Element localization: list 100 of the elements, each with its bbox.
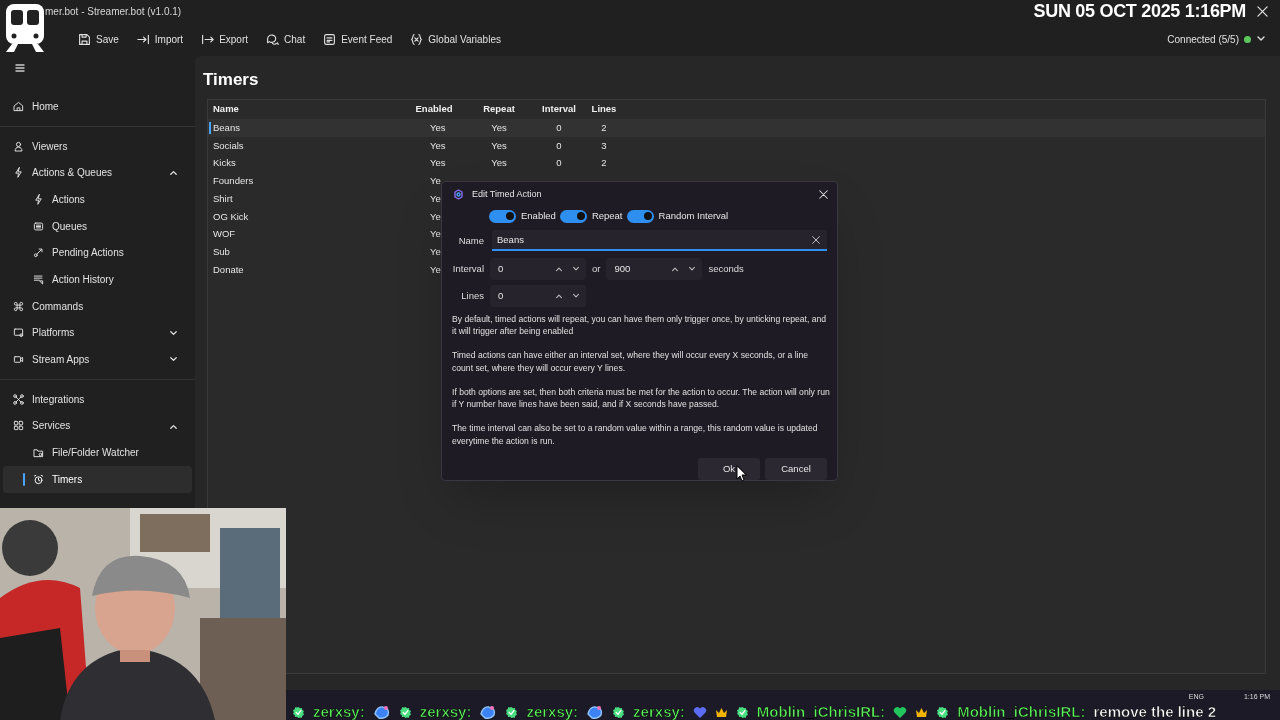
toggle-label: Repeat — [591, 209, 623, 224]
pending-icon — [33, 247, 44, 259]
toolbar-button[interactable]: Export — [195, 27, 255, 51]
table-cell: 2 — [601, 121, 607, 133]
clock-icon — [33, 473, 44, 485]
toolbar-button[interactable]: Save — [72, 27, 125, 51]
table-cell: Ye — [430, 246, 441, 257]
chat-username: Moblin_iChrisIRL: — [957, 702, 1086, 720]
verified-icon — [292, 705, 305, 719]
chat-username: zerxsy: — [313, 702, 365, 720]
column-header[interactable]: Interval — [534, 102, 584, 117]
feed-icon — [323, 32, 337, 46]
ok-button[interactable]: Ok — [698, 458, 760, 480]
menu-icon — [15, 63, 25, 73]
chat-icon — [266, 32, 280, 46]
emote-icon — [372, 704, 391, 720]
chat-username: zerxsy: — [633, 702, 685, 720]
sidebar-item[interactable]: Services — [3, 412, 192, 440]
or-label: or — [592, 261, 601, 276]
table-cell: 3 — [601, 139, 607, 151]
braces-icon — [410, 32, 424, 46]
close-icon — [818, 189, 828, 199]
verified-icon — [398, 705, 412, 719]
chat-username: zerxsy: — [526, 702, 579, 720]
toolbar-button[interactable]: Global Variables — [404, 27, 507, 51]
export-icon — [201, 32, 215, 46]
emote-icon — [479, 704, 498, 720]
bolt-icon — [13, 167, 24, 179]
verified-icon — [505, 705, 519, 719]
toggle-switch[interactable] — [559, 209, 587, 223]
toolbar-button[interactable]: Chat — [260, 27, 312, 51]
table-cell: Ye — [430, 228, 441, 240]
clear-icon[interactable] — [812, 236, 820, 245]
table-cell: WOF — [213, 228, 236, 240]
table-cell: Donate — [213, 263, 244, 275]
chevron-down-icon — [572, 264, 580, 273]
sidebar-item[interactable]: Actions & Queues — [3, 159, 192, 187]
chat-message: remove the line 2 — [1093, 702, 1217, 720]
field-label: Lines — [460, 289, 484, 304]
cancel-button[interactable]: Cancel — [765, 458, 827, 480]
column-header[interactable]: Name — [208, 102, 404, 117]
sidebar-item[interactable]: Commands — [3, 292, 192, 320]
table-cell: 0 — [556, 121, 562, 133]
verified-icon — [735, 705, 749, 719]
column-header[interactable]: Lines — [584, 102, 624, 117]
table-cell: Yes — [430, 139, 446, 151]
table-cell: Yes — [430, 157, 446, 169]
sidebar-item[interactable]: Platforms — [3, 319, 192, 347]
sidebar-item[interactable]: Actions — [3, 186, 192, 213]
table-cell: Socials — [213, 139, 244, 151]
verified-icon — [936, 705, 950, 719]
sidebar-item[interactable]: Viewers — [3, 132, 192, 160]
page-title: Timers — [203, 69, 260, 92]
column-header[interactable]: Repeat — [464, 102, 534, 117]
table-cell: Yes — [491, 139, 507, 151]
help-text: The time interval can also be set to a random value within a range, this random value is updated everytime the action is run. — [452, 422, 819, 447]
table-cell: 0 — [556, 139, 562, 151]
table-cell: Kicks — [213, 157, 236, 169]
sidebar-item[interactable]: Pending Actions — [3, 239, 192, 267]
sidebar-item[interactable]: Stream Apps — [3, 346, 192, 373]
sidebar-item[interactable]: Action History — [3, 266, 192, 293]
emote-icon — [586, 704, 605, 720]
number-field[interactable]: 0 — [490, 285, 586, 308]
toggle-label: Enabled — [521, 209, 556, 224]
toggle-switch[interactable] — [489, 209, 516, 223]
name-field[interactable]: Beans — [492, 230, 827, 252]
unit-label: seconds — [708, 261, 744, 276]
window-title: mer.bot - Streamer.bot (v1.0.1) — [45, 4, 182, 19]
toolbar-button[interactable]: Import — [130, 27, 190, 51]
floppy-icon — [78, 32, 91, 46]
date-time-overlay: SUN 05 OCT 2025 1:16PM — [1033, 0, 1246, 23]
person-icon — [13, 140, 24, 152]
sidebar-item[interactable]: Timers — [3, 465, 192, 493]
table-cell: Sub — [213, 246, 230, 257]
table-cell: Shirt — [213, 192, 233, 204]
sidebar-item[interactable]: Home — [3, 93, 192, 120]
table-row[interactable]: Beans Yes Yes 0 2 — [208, 119, 1265, 137]
sidebar-item[interactable]: Queues — [3, 212, 192, 240]
chat-username: zerxsy: — [419, 702, 472, 720]
toggle-switch[interactable] — [626, 209, 654, 223]
number-field[interactable]: 900 — [606, 257, 703, 280]
selection-indicator — [23, 472, 25, 486]
camera-icon — [13, 354, 24, 366]
folder-icon — [33, 447, 44, 459]
table-cell: Founders — [213, 175, 254, 186]
column-header[interactable]: Enabled — [404, 102, 464, 117]
close-button[interactable] — [1254, 3, 1270, 19]
sidebar-item[interactable]: File/Folder Watcher — [3, 439, 192, 466]
connection-status[interactable]: Connected (5/5) — [1167, 31, 1266, 47]
sidebar-item[interactable]: Integrations — [3, 385, 192, 413]
number-field[interactable]: 0 — [490, 257, 586, 280]
dialog-title: Edit Timed Action — [472, 187, 542, 201]
table-cell: Ye — [430, 192, 441, 204]
table-cell: Ye — [430, 263, 441, 275]
help-text: Timed actions can have either an interval set, where they will occur every X seconds, or a line count set, where they will occur every Y lines. — [452, 349, 809, 374]
help-text: By default, timed actions will repeat, you can have them only trigger once, by unticking repeat, and it will trigger after being enabled — [452, 312, 828, 338]
chat-username: Moblin_iChrisIRL: — [756, 702, 886, 720]
table-cell: 0 — [556, 157, 562, 169]
close-button[interactable] — [816, 187, 830, 202]
toolbar-button[interactable]: Event Feed — [317, 27, 399, 51]
